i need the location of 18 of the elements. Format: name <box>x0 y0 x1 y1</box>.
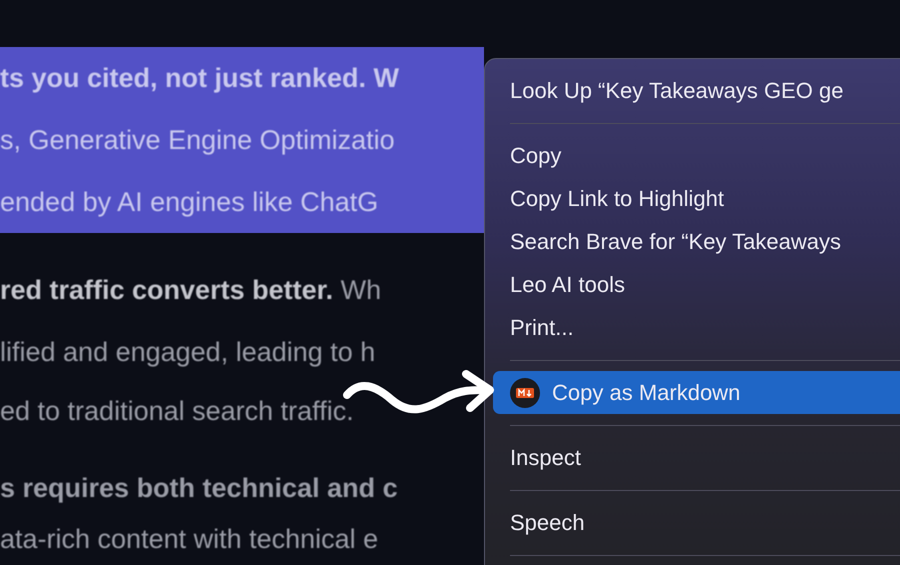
menu-item[interactable]: Copy as Markdown <box>493 371 900 414</box>
menu-item[interactable]: Copy Link to Highlight <box>485 177 900 220</box>
menu-item[interactable]: Copy <box>485 134 900 177</box>
text-line: ended by AI engines like ChatG <box>0 186 378 218</box>
text-line: ata-rich content with technical e <box>0 523 378 556</box>
menu-item[interactable]: Print... <box>485 306 900 349</box>
text-line: lified and engaged, leading to h <box>0 336 376 368</box>
logo-icon <box>510 378 540 408</box>
text-line: ed to traditional search traffic. <box>0 395 354 428</box>
text-line: ts you cited, not just ranked. W <box>0 62 400 94</box>
menu-item[interactable]: Look Up “Key Takeaways GEO ge <box>485 69 900 112</box>
text-line: s requires both technical and c <box>0 472 398 504</box>
menu-item[interactable]: Inspect <box>485 436 900 479</box>
text-line: s, Generative Engine Optimizatio <box>0 124 395 156</box>
text-line: red traffic converts better. Wh <box>0 274 382 306</box>
menu-item[interactable]: Speech <box>485 501 900 544</box>
menu-item[interactable]: Search Brave for “Key Takeaways <box>485 220 900 263</box>
menu-item[interactable]: Leo AI tools <box>485 263 900 306</box>
